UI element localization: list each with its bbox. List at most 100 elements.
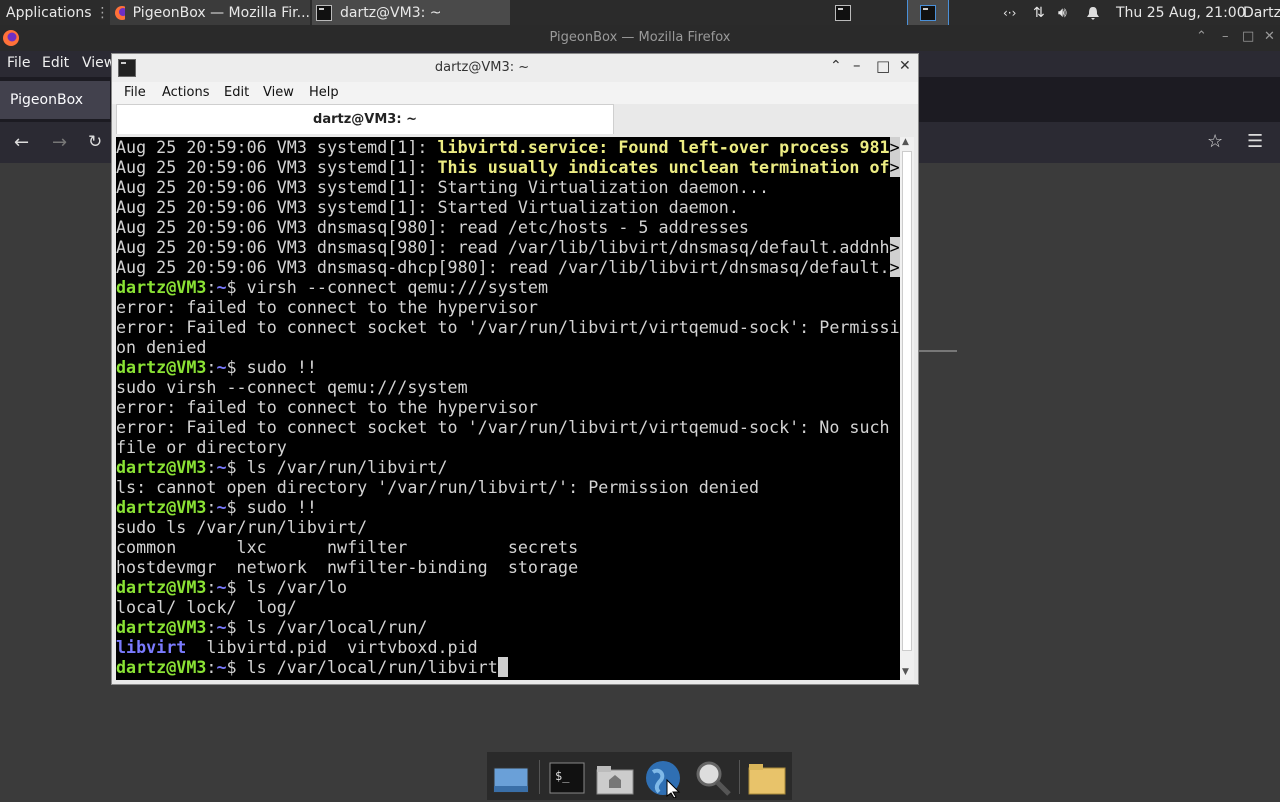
terminal-text: sudo virsh --connect qemu:///system [116, 377, 468, 397]
terminal-window-title: dartz@VM3: ~ [434, 60, 530, 75]
terminal-text: : [206, 357, 217, 377]
terminal-text: libvirtd.pid virtvboxd.pid [186, 637, 478, 657]
terminal-text: $ virsh --connect qemu:///system [226, 277, 549, 297]
terminal-text: Aug 25 20:59:06 VM3 systemd[1]: [116, 157, 438, 177]
minimize-icon[interactable]: – [853, 56, 861, 74]
terminal-line: Aug 25 20:59:06 VM3 systemd[1]: libvirtd… [116, 137, 900, 157]
files-folder-icon[interactable] [747, 758, 787, 798]
clock[interactable]: Thu 25 Aug, 21:00 [1116, 0, 1246, 25]
terminal-text: $ sudo !! [226, 357, 317, 377]
terminal-text: dartz@VM3 [116, 497, 207, 517]
terminal-line: dartz@VM3:~$ sudo !! [116, 357, 900, 377]
notification-bell-icon[interactable] [1086, 0, 1100, 25]
terminal-text: hostdevmgr network nwfilter-binding stor… [116, 557, 579, 577]
dock: $_ [487, 752, 792, 800]
terminal-line: dartz@VM3:~$ ls /var/run/libvirt/ [116, 457, 900, 477]
menu-help[interactable]: Help [309, 85, 339, 100]
hamburger-menu-icon[interactable]: ☰ [1247, 131, 1263, 152]
maximize-icon[interactable]: □ [876, 57, 890, 75]
terminal-text: local/ lock/ log/ [116, 597, 297, 617]
top-panel: Applications ⋮ PigeonBox — Mozilla Fir..… [0, 0, 1280, 26]
terminal-titlebar[interactable]: dartz@VM3: ~ ⌃ – □ ✕ [112, 54, 918, 82]
terminal-line: common lxc nwfilter secrets [116, 537, 900, 557]
terminal-text: Aug 25 20:59:06 VM3 systemd[1]: [116, 137, 438, 157]
terminal-text: $ ls /var/local/run/libvirt [226, 657, 498, 677]
menu-file[interactable]: File [7, 55, 30, 71]
forward-icon[interactable]: → [52, 132, 67, 153]
reload-icon[interactable]: ↻ [88, 132, 102, 152]
terminal-line: dartz@VM3:~$ sudo !! [116, 497, 900, 517]
terminal-text: : [206, 497, 217, 517]
terminal-output[interactable]: Aug 25 20:59:06 VM3 systemd[1]: libvirtd… [116, 137, 900, 680]
home-folder-icon[interactable] [595, 758, 635, 798]
menu-actions[interactable]: Actions [162, 85, 210, 100]
terminal-text: dartz@VM3 [116, 357, 207, 377]
show-desktop-icon[interactable] [491, 758, 531, 798]
network-indicator-icon[interactable]: ‹·› [1003, 0, 1016, 25]
close-icon[interactable]: ✕ [1264, 29, 1275, 44]
task-terminal[interactable]: dartz@VM3: ~ [312, 0, 510, 25]
menu-edit[interactable]: Edit [224, 85, 249, 100]
terminal-line: local/ lock/ log/ [116, 597, 900, 617]
shade-icon[interactable]: ⌃ [830, 58, 842, 74]
web-browser-icon[interactable] [643, 758, 683, 799]
terminal-text: Aug 25 20:59:06 VM3 systemd[1]: Starting… [116, 177, 770, 197]
terminal-text: $ ls /var/local/run/ [226, 617, 428, 637]
workspace-2[interactable] [907, 0, 949, 26]
terminal-text: : [206, 617, 217, 637]
scroll-up-icon[interactable]: ▲ [902, 137, 909, 147]
volume-icon[interactable]: 🔊︎ [1058, 0, 1067, 25]
truncation-marker: > [889, 237, 900, 257]
terminal-menubar: File Actions Edit View Help [112, 82, 918, 104]
user-menu[interactable]: Dartz [1243, 0, 1280, 25]
workspace-1[interactable] [829, 0, 857, 25]
menu-view[interactable]: View [263, 85, 294, 100]
terminal-scrollbar[interactable]: ▲ ▼ [900, 137, 914, 680]
truncation-marker: > [889, 257, 900, 277]
terminal-text: ~ [216, 497, 227, 517]
firefox-titlebar: PigeonBox — Mozilla Firefox ⌃ – □ ✕ [0, 25, 1280, 51]
bookmark-star-icon[interactable]: ☆ [1207, 131, 1223, 152]
terminal-text: dartz@VM3 [116, 457, 207, 477]
terminal-line: hostdevmgr network nwfilter-binding stor… [116, 557, 900, 577]
truncation-marker: > [889, 137, 900, 157]
terminal-icon [835, 4, 851, 21]
terminal-line: Aug 25 20:59:06 VM3 dnsmasq[980]: read /… [116, 217, 900, 237]
terminal-line: error: Failed to connect socket to '/var… [116, 417, 900, 437]
updown-arrows-icon[interactable]: ⇅ [1033, 0, 1045, 25]
terminal-text: error: failed to connect to the hypervis… [116, 297, 538, 317]
terminal-text: : [206, 277, 217, 297]
terminal-text: Aug 25 20:59:06 VM3 systemd[1]: Started … [116, 197, 739, 217]
terminal-line: Aug 25 20:59:06 VM3 dnsmasq[980]: read /… [116, 237, 900, 257]
applications-menu[interactable]: Applications ⋮ [0, 0, 110, 25]
terminal-cursor [497, 657, 508, 677]
close-icon[interactable]: ✕ [899, 58, 911, 74]
terminal-text: libvirtd.service: Found left-over proces… [437, 137, 890, 157]
terminal-icon [316, 4, 332, 21]
terminal-text: : [206, 577, 217, 597]
task-label: PigeonBox — Mozilla Fir... [132, 4, 310, 21]
terminal-text: Aug 25 20:59:06 VM3 dnsmasq[980]: read /… [116, 217, 749, 237]
terminal-line: dartz@VM3:~$ virsh --connect qemu:///sys… [116, 277, 900, 297]
menu-file[interactable]: File [124, 85, 146, 100]
terminal-text: : [206, 657, 217, 677]
minimize-icon[interactable]: – [1222, 29, 1229, 44]
terminal-text: ~ [216, 277, 227, 297]
terminal-text: dartz@VM3 [116, 277, 207, 297]
maximize-icon[interactable]: □ [1242, 29, 1254, 44]
scrollbar-thumb[interactable] [902, 151, 912, 651]
terminal-icon[interactable]: $_ [547, 758, 587, 798]
firefox-tab[interactable]: PigeonBox [0, 81, 110, 119]
terminal-text: ~ [216, 457, 227, 477]
task-firefox[interactable]: PigeonBox — Mozilla Fir... [110, 0, 310, 25]
terminal-line: on denied [116, 337, 900, 357]
app-finder-icon[interactable] [693, 758, 733, 798]
scroll-down-icon[interactable]: ▼ [902, 667, 909, 677]
back-icon[interactable]: ← [14, 132, 29, 153]
terminal-text: This usually indicates unclean terminati… [437, 157, 890, 177]
terminal-tab[interactable]: dartz@VM3: ~ [116, 104, 614, 134]
menu-edit[interactable]: Edit [42, 55, 69, 71]
minimize-icon[interactable]: ⌃ [1196, 29, 1207, 44]
terminal-line: libvirt libvirtd.pid virtvboxd.pid [116, 637, 900, 657]
truncation-marker: > [889, 157, 900, 177]
